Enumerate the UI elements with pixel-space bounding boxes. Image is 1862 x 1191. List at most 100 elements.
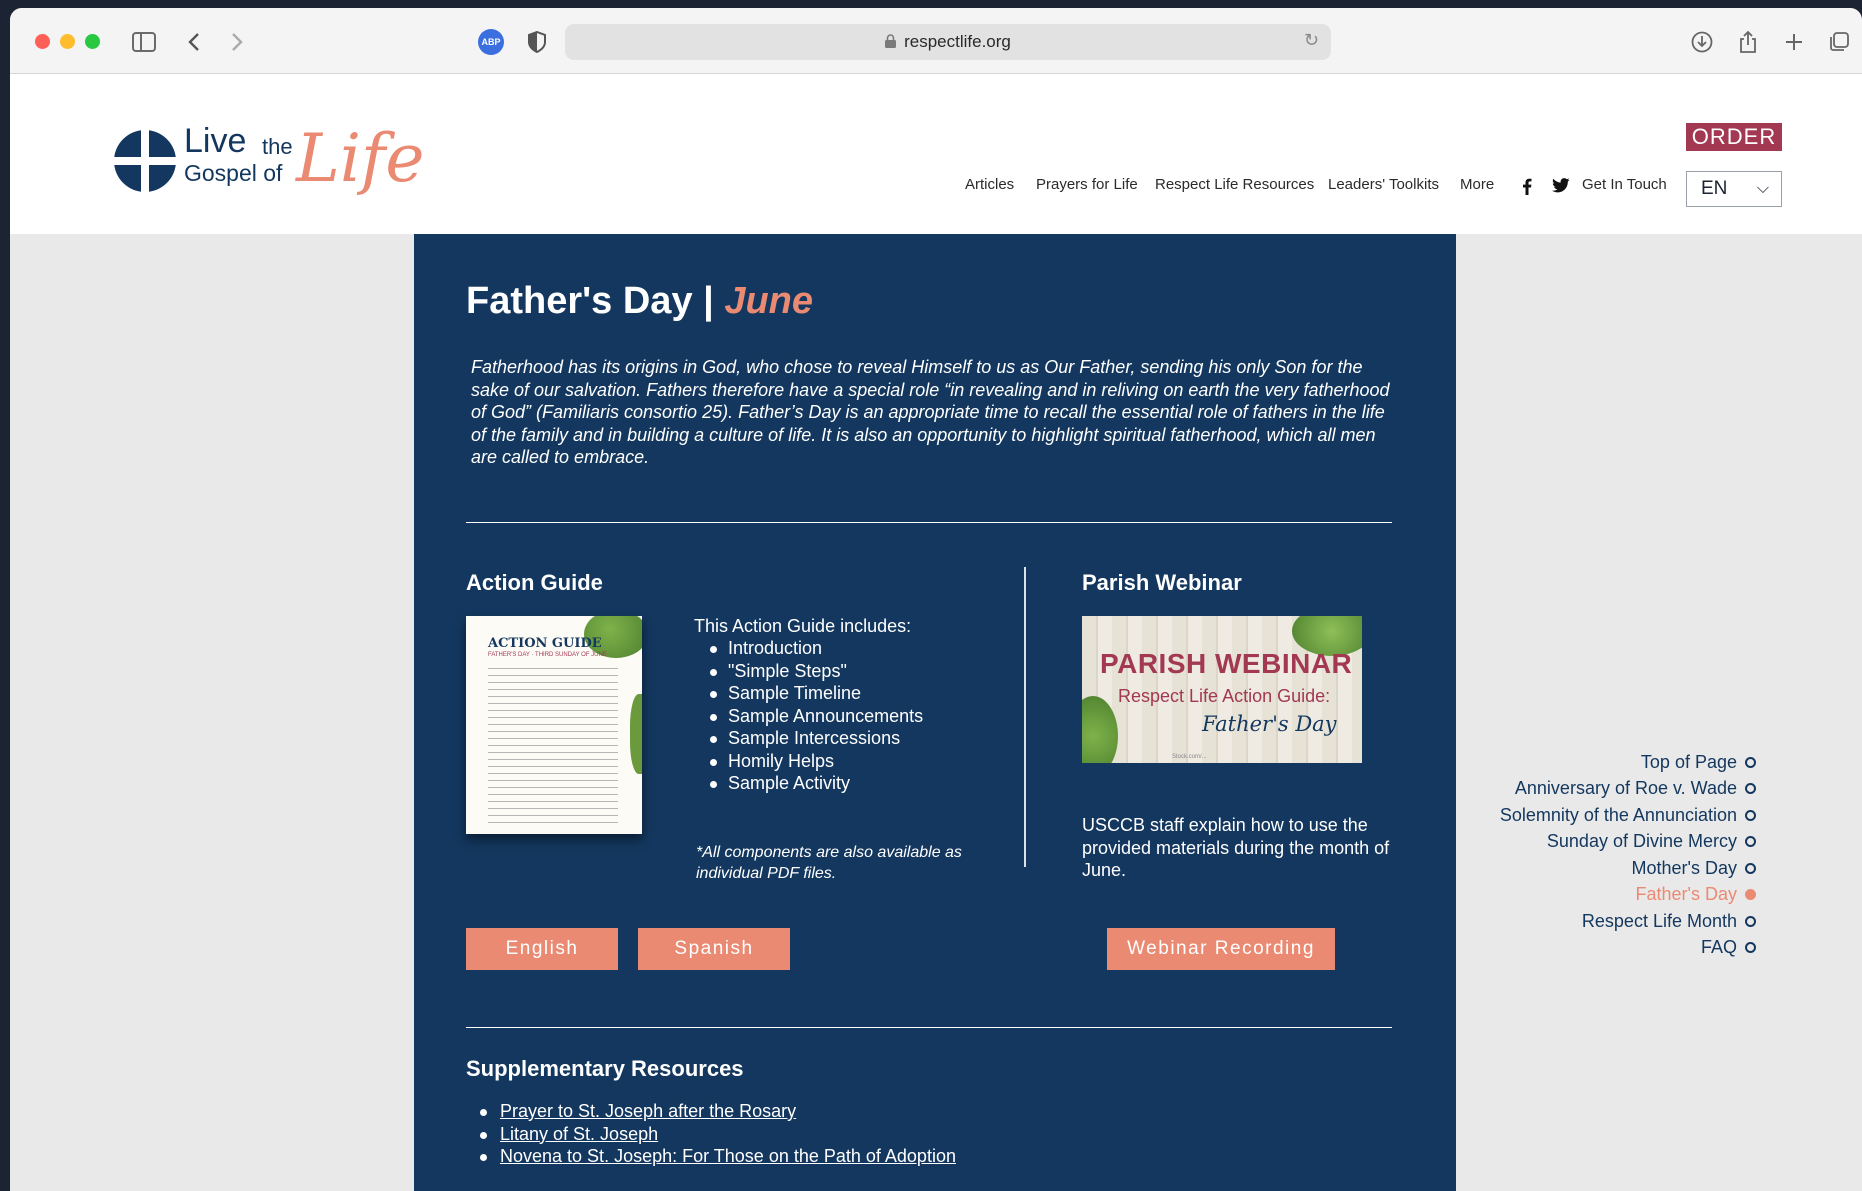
browser-window: ABP respectlife.org ↻ Live the Gospel of… (10, 8, 1862, 1191)
language-select[interactable]: EN ⌵ (1686, 171, 1782, 207)
list-item: Homily Helps (694, 750, 923, 773)
webinar-thumbnail[interactable]: PARISH WEBINAR Respect Life Action Guide… (1082, 616, 1362, 763)
nav-leaders-toolkits[interactable]: Leaders' Toolkits (1328, 176, 1439, 193)
pdf-note: *All components are also available as in… (696, 844, 962, 882)
logo-text-live: Live (184, 122, 247, 160)
parish-webinar-heading: Parish Webinar (1082, 570, 1242, 595)
thumb-text-lines (488, 664, 618, 824)
sidenav-item-mothers-day[interactable]: Mother's Day (1632, 856, 1756, 880)
adblock-extension-icon[interactable]: ABP (478, 29, 504, 55)
link-novena-st-joseph[interactable]: Novena to St. Joseph: For Those on the P… (500, 1146, 956, 1166)
facebook-icon[interactable] (1522, 178, 1532, 199)
webinar-thumb-credit: Stock.com/... (1172, 754, 1207, 760)
sidenav-label: Top of Page (1640, 751, 1737, 772)
list-item: Sample Announcements (694, 705, 923, 728)
sidenav-item-top-of-page[interactable]: Top of Page (1641, 750, 1756, 774)
page-title-month: June (724, 280, 814, 322)
page-title: Father's Day | June (466, 280, 813, 323)
twitter-icon[interactable] (1552, 178, 1570, 197)
forward-icon[interactable] (223, 28, 251, 56)
webinar-thumb-title: PARISH WEBINAR (1100, 648, 1353, 679)
sidenav-item-respect-life-month[interactable]: Respect Life Month (1582, 909, 1756, 933)
new-tab-icon[interactable] (1780, 28, 1808, 56)
minimize-window-button[interactable] (60, 34, 75, 49)
sidenav-label: Solemnity of the Annunciation (1499, 804, 1737, 825)
sidenav-label: Anniversary of Roe v. Wade (1514, 778, 1737, 798)
sidenav-item-roe-v-wade[interactable]: Anniversary of Roe v. Wade (1515, 777, 1756, 801)
reload-icon[interactable]: ↻ (1304, 30, 1319, 51)
close-window-button[interactable] (35, 34, 50, 49)
sidenav-item-faq[interactable]: FAQ (1701, 936, 1756, 960)
thumb-title: ACTION GUIDE (488, 636, 602, 651)
logo-text-life: Life (296, 120, 425, 197)
sidenav-item-fathers-day[interactable]: Father's Day (1636, 883, 1756, 907)
webinar-thumb-subtitle: Respect Life Action Guide: (1118, 686, 1331, 706)
list-item: Sample Timeline (694, 682, 923, 705)
link-litany-st-joseph[interactable]: Litany of St. Joseph (500, 1124, 658, 1144)
sidenav-label: Sunday of Divine Mercy (1546, 831, 1737, 851)
leaf-decoration (1082, 696, 1118, 763)
section-divider (466, 1027, 1392, 1028)
column-divider (1024, 567, 1026, 867)
nav-get-in-touch[interactable]: Get In Touch (1582, 176, 1667, 193)
list-item: Sample Activity (694, 772, 923, 795)
guide-includes-label: This Action Guide includes: (694, 616, 912, 636)
sidenav-item-annunciation[interactable]: Solemnity of the Annunciation (1500, 803, 1756, 827)
list-item: "Simple Steps" (694, 660, 923, 683)
site-logo[interactable]: Live the Gospel of Life (114, 120, 424, 210)
site-header: Live the Gospel of Life Articles Prayers… (10, 74, 1862, 234)
tab-overview-icon[interactable] (1825, 28, 1853, 56)
share-icon[interactable] (1734, 28, 1762, 56)
zoom-window-button[interactable] (85, 34, 100, 49)
sidenav-label: FAQ (1700, 937, 1737, 957)
list-item: Litany of St. Joseph (466, 1123, 956, 1146)
link-prayer-st-joseph[interactable]: Prayer to St. Joseph after the Rosary (500, 1101, 796, 1121)
main-content: Father's Day | June Fatherhood has its o… (414, 234, 1456, 1191)
nav-more[interactable]: More (1460, 176, 1494, 193)
action-guide-heading: Action Guide (466, 570, 603, 595)
browser-toolbar: ABP respectlife.org ↻ (10, 8, 1862, 74)
chevron-down-icon: ⌵ (1756, 178, 1769, 197)
circle-icon (1745, 756, 1756, 768)
section-divider (466, 522, 1392, 523)
sidenav-item-divine-mercy[interactable]: Sunday of Divine Mercy (1547, 830, 1756, 854)
list-item: Sample Intercessions (694, 727, 923, 750)
nav-articles[interactable]: Articles (965, 176, 1014, 193)
url-text: respectlife.org (904, 32, 1011, 51)
leaf-decoration (630, 694, 642, 774)
supplementary-list: Prayer to St. Joseph after the Rosary Li… (466, 1100, 956, 1168)
circle-icon (1745, 783, 1756, 794)
back-icon[interactable] (180, 28, 208, 56)
logo-text-gospel-of: Gospel of (184, 160, 283, 186)
nav-respect-life-resources[interactable]: Respect Life Resources (1155, 176, 1314, 193)
sidenav-label: Father's Day (1635, 884, 1737, 904)
webinar-recording-button[interactable]: Webinar Recording (1107, 928, 1335, 970)
nav-prayers-for-life[interactable]: Prayers for Life (1036, 176, 1138, 193)
lock-icon (885, 33, 897, 51)
page-title-text: Father's Day | (466, 280, 725, 322)
cross-logo-icon (114, 130, 176, 192)
webinar-description: USCCB staff explain how to use the provi… (1082, 815, 1390, 880)
address-bar[interactable]: respectlife.org ↻ (565, 24, 1331, 60)
english-button[interactable]: English (466, 928, 618, 970)
list-item: Novena to St. Joseph: For Those on the P… (466, 1145, 956, 1168)
circle-icon (1745, 836, 1756, 847)
order-button[interactable]: ORDER (1686, 123, 1782, 151)
list-item: Prayer to St. Joseph after the Rosary (466, 1100, 956, 1123)
action-guide-thumbnail[interactable]: ACTION GUIDE FATHER'S DAY · THIRD SUNDAY… (466, 616, 642, 834)
sidenav-label: Mother's Day (1631, 857, 1737, 878)
downloads-icon[interactable] (1688, 28, 1716, 56)
thumb-subtitle: FATHER'S DAY · THIRD SUNDAY OF JUNE (488, 652, 607, 658)
language-value: EN (1701, 178, 1728, 199)
spanish-button[interactable]: Spanish (638, 928, 790, 970)
filled-circle-icon (1745, 889, 1756, 900)
privacy-shield-icon[interactable] (523, 28, 551, 56)
intro-paragraph: Fatherhood has its origins in God, who c… (471, 357, 1390, 467)
circle-icon (1745, 809, 1756, 821)
list-item: Introduction (694, 637, 923, 660)
sidebar-toggle-icon[interactable] (130, 28, 158, 56)
guide-items-list: Introduction "Simple Steps" Sample Timel… (694, 637, 923, 795)
circle-icon (1745, 862, 1756, 874)
circle-icon (1745, 915, 1756, 927)
sidenav-label: Respect Life Month (1581, 910, 1737, 931)
